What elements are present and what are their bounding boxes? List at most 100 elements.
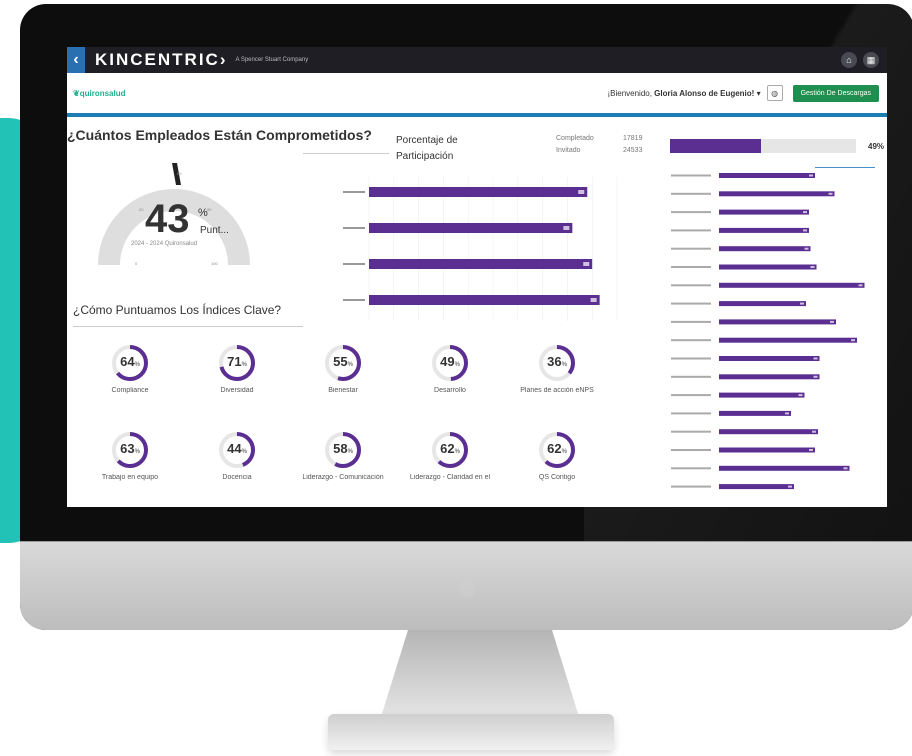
bar[interactable]: [719, 374, 820, 380]
bar[interactable]: [719, 246, 811, 252]
brand-logo: KINCENTRIC›: [95, 50, 228, 69]
donut-number: 55: [333, 354, 348, 369]
donut-value: 44%: [217, 441, 257, 456]
donut-label: Docencia: [222, 474, 252, 481]
back-chevron-icon[interactable]: ‹: [67, 47, 85, 73]
index-donut[interactable]: 55%: [323, 343, 363, 383]
donut-unit: %: [134, 362, 140, 368]
donut-value: 55%: [323, 354, 363, 369]
donut-number: 44: [227, 441, 242, 456]
bar[interactable]: [369, 187, 588, 197]
client-logo: ❦quironsalud: [73, 89, 125, 98]
category-label: [671, 192, 711, 195]
indices-title: ¿Cómo Puntuamos Los Índices Clave?: [73, 303, 282, 317]
chevron-down-icon: ▾: [756, 88, 761, 98]
donut-label: Liderazgo - Claridad en el: [409, 474, 491, 481]
bar-value-marker: [810, 266, 815, 268]
donut-value: 36%: [537, 354, 577, 369]
bar[interactable]: [719, 191, 835, 197]
donut-value: 64%: [110, 354, 150, 369]
index-donut[interactable]: 36%: [537, 343, 577, 383]
category-label: [343, 191, 365, 193]
participation-title: Porcentaje de Participación: [396, 135, 458, 162]
bar[interactable]: [369, 295, 600, 305]
bar[interactable]: [719, 465, 850, 471]
bar-value-marker: [809, 174, 813, 177]
donut-number: 49: [440, 354, 455, 369]
completed-label: Completado: [556, 135, 594, 142]
bar[interactable]: [719, 282, 865, 288]
bar[interactable]: [719, 301, 806, 307]
item-bar-chart: [671, 173, 865, 490]
bar[interactable]: [719, 319, 836, 325]
gauge-tick: 60: [177, 171, 182, 176]
category-label: [671, 394, 711, 397]
engagement-period: 2024 - 2024 Quironsalud: [131, 241, 198, 247]
bar[interactable]: [719, 429, 818, 435]
category-label: [671, 467, 711, 470]
participation-percent: 49%: [868, 142, 885, 151]
donut-label: QS Contigo: [538, 474, 576, 481]
grid-icon[interactable]: ▦: [863, 52, 879, 68]
donut-number: 62: [547, 441, 562, 456]
category-label: [671, 430, 711, 433]
donut-label: Diversidad: [220, 387, 254, 394]
welcome-menu[interactable]: ¡Bienvenido, Gloria Alonso de Eugenio! ▾: [607, 89, 760, 98]
download-manager-button[interactable]: Gestión De Descargas: [792, 84, 879, 102]
donut-label: Trabajo en equipo: [101, 474, 159, 481]
bar[interactable]: [719, 227, 809, 233]
user-name: Gloria Alonso de Eugenio!: [654, 88, 755, 98]
bar[interactable]: [369, 259, 593, 269]
bar[interactable]: [719, 392, 805, 398]
index-donut[interactable]: 58%: [323, 430, 363, 470]
category-label: [671, 339, 711, 342]
globe-icon[interactable]: ◍: [766, 85, 783, 101]
donut-unit: %: [134, 449, 140, 455]
monitor-stand-neck: [380, 630, 580, 720]
donut-number: 63: [120, 441, 135, 456]
gauge-tick: 20: [139, 207, 144, 212]
bar[interactable]: [719, 209, 809, 215]
bar-value-marker: [809, 449, 813, 451]
engagement-score-label: Punt...: [200, 225, 229, 236]
bar-value-marker: [800, 302, 804, 305]
bar[interactable]: [719, 447, 815, 453]
donut-unit: %: [454, 449, 460, 455]
category-label: [671, 174, 711, 177]
bar-value-marker: [812, 430, 816, 433]
donut-value: 49%: [430, 354, 470, 369]
home-icon[interactable]: ⌂: [841, 52, 857, 68]
category-label: [671, 320, 711, 323]
index-donut[interactable]: 64%: [110, 343, 150, 383]
bar-value-marker: [858, 284, 863, 287]
index-donut[interactable]: 44%: [217, 430, 257, 470]
donut-number: 36: [547, 354, 562, 369]
index-donut[interactable]: 49%: [430, 343, 470, 383]
bar-value-marker: [851, 339, 855, 342]
divider: [73, 326, 303, 327]
bar-value-marker: [813, 375, 818, 378]
bar[interactable]: [719, 173, 815, 178]
bar[interactable]: [719, 484, 794, 490]
logo-text: quironsalud: [79, 88, 126, 98]
index-donut[interactable]: 62%: [537, 430, 577, 470]
welcome-prefix: ¡Bienvenido,: [607, 88, 655, 98]
category-label: [671, 229, 711, 232]
bar[interactable]: [369, 223, 573, 233]
category-label: [671, 375, 711, 378]
index-donut[interactable]: 62%: [430, 430, 470, 470]
index-donut[interactable]: 63%: [110, 430, 150, 470]
donut-label: Liderazgo - Comunicación: [302, 474, 384, 481]
bar-value-marker: [813, 357, 818, 360]
index-donut[interactable]: 71%: [217, 343, 257, 383]
bar[interactable]: [719, 337, 857, 343]
donut-number: 62: [440, 441, 455, 456]
dashboard-screen: ‹ KINCENTRIC› A Spencer Stuart Company ⌂…: [67, 47, 887, 507]
donut-number: 71: [227, 354, 242, 369]
bar[interactable]: [719, 410, 791, 416]
donut-value: 62%: [430, 441, 470, 456]
bar[interactable]: [719, 356, 820, 361]
gauge-tick: 100: [211, 261, 218, 266]
participation-progress-fill: [670, 139, 762, 153]
bar[interactable]: [719, 264, 817, 270]
